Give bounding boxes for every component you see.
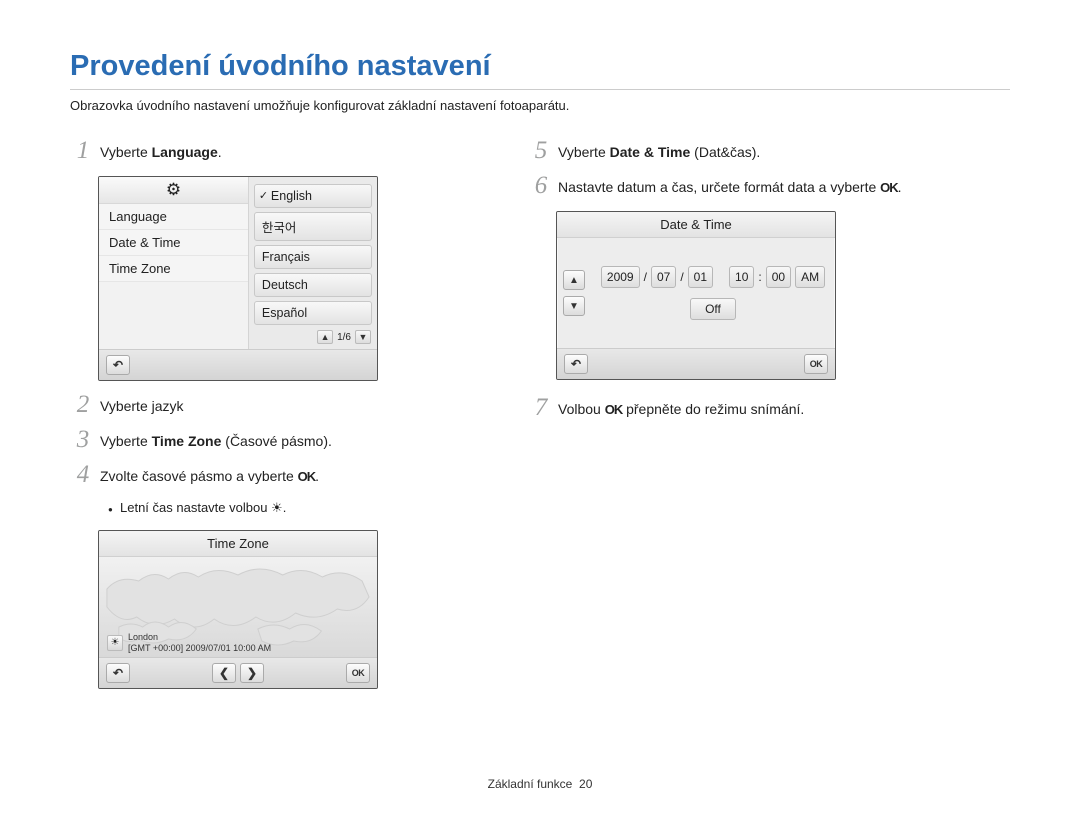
step-number: 1 xyxy=(70,138,96,163)
step-1: 1 Vyberte Language. xyxy=(70,141,500,166)
step-number: 2 xyxy=(70,392,96,417)
ok-button[interactable]: OK xyxy=(346,663,370,683)
tz-right-button[interactable]: ❯ xyxy=(240,663,264,683)
page-title: Provedení úvodního nastavení xyxy=(70,50,1010,90)
menu-language[interactable]: Language xyxy=(99,204,248,230)
step-6: 6 Nastavte datum a čas, určete formát da… xyxy=(528,176,958,201)
month-field[interactable]: 07 xyxy=(651,266,676,288)
year-field[interactable]: 2009 xyxy=(601,266,640,288)
step-5: 5 Vyberte Date & Time (Dat&čas). xyxy=(528,141,958,166)
step-number: 3 xyxy=(70,427,96,452)
language-panel: ⚙ Language Date & Time Time Zone English… xyxy=(98,176,378,381)
step-text: Vyberte Date & Time (Dat&čas). xyxy=(554,141,760,162)
lang-page-up[interactable]: ▲ xyxy=(317,330,333,344)
ampm-field[interactable]: AM xyxy=(795,266,825,288)
step-text: Volbou OK přepněte do režimu snímání. xyxy=(554,398,804,420)
step-number: 6 xyxy=(528,173,554,198)
separator: / xyxy=(680,270,683,284)
separator: / xyxy=(644,270,647,284)
day-field[interactable]: 01 xyxy=(688,266,713,288)
lang-pager-text: 1/6 xyxy=(337,332,351,343)
tz-left-button[interactable]: ❮ xyxy=(212,663,236,683)
step-3: 3 Vyberte Time Zone (Časové pásmo). xyxy=(70,430,500,455)
timezone-header: Time Zone xyxy=(99,531,377,557)
lang-option-english[interactable]: English xyxy=(254,184,372,208)
timezone-panel: Time Zone ☀ London [GMT +00:00] 2009/07/… xyxy=(98,530,378,689)
lang-option-german[interactable]: Deutsch xyxy=(254,273,372,297)
step-text: Vyberte Time Zone (Časové pásmo). xyxy=(96,430,332,451)
lang-option-french[interactable]: Français xyxy=(254,245,372,269)
step-text: Nastavte datum a čas, určete formát data… xyxy=(554,176,902,198)
gear-icon: ⚙ xyxy=(166,180,181,200)
back-button[interactable]: ↶ xyxy=(564,354,588,374)
page-footer: Základní funkce 20 xyxy=(0,777,1080,791)
sun-icon: ☀ xyxy=(271,500,283,515)
step-2: 2 Vyberte jazyk xyxy=(70,395,500,420)
timezone-info: London [GMT +00:00] 2009/07/01 10:00 AM xyxy=(128,632,271,653)
menu-datetime[interactable]: Date & Time xyxy=(99,230,248,256)
value-up-button[interactable]: ▲ xyxy=(563,270,585,290)
step-number: 5 xyxy=(528,138,554,163)
page-subtitle: Obrazovka úvodního nastavení umožňuje ko… xyxy=(70,98,1010,113)
step-text: Vyberte Language. xyxy=(96,141,222,162)
dst-button[interactable]: ☀ xyxy=(107,635,123,651)
step-text: Zvolte časové pásmo a vyberte OK. xyxy=(96,465,319,487)
datetime-panel: Date & Time ▲ ▼ 2009 / 07 / 01 xyxy=(556,211,836,380)
step-4: 4 Zvolte časové pásmo a vyberte OK. xyxy=(70,465,500,490)
value-down-button[interactable]: ▼ xyxy=(563,296,585,316)
menu-timezone[interactable]: Time Zone xyxy=(99,256,248,282)
step-number: 4 xyxy=(70,462,96,487)
hour-field[interactable]: 10 xyxy=(729,266,754,288)
lang-option-korean[interactable]: 한국어 xyxy=(254,212,372,241)
settings-header: ⚙ xyxy=(99,177,248,204)
step-number: 7 xyxy=(528,395,554,420)
ok-button[interactable]: OK xyxy=(804,354,828,374)
step-text: Vyberte jazyk xyxy=(96,395,184,416)
dateformat-field[interactable]: Off xyxy=(690,298,736,320)
step-7: 7 Volbou OK přepněte do režimu snímání. xyxy=(528,398,958,423)
ok-icon: OK xyxy=(605,402,623,417)
step-4-bullet: Letní čas nastavte volbou ☀. xyxy=(108,500,500,516)
world-map[interactable]: ☀ London [GMT +00:00] 2009/07/01 10:00 A… xyxy=(99,557,377,657)
separator: : xyxy=(758,270,761,284)
ok-icon: OK xyxy=(880,180,898,195)
back-button[interactable]: ↶ xyxy=(106,355,130,375)
lang-page-down[interactable]: ▼ xyxy=(355,330,371,344)
ok-icon: OK xyxy=(298,469,316,484)
lang-option-spanish[interactable]: Español xyxy=(254,301,372,325)
minute-field[interactable]: 00 xyxy=(766,266,791,288)
datetime-header: Date & Time xyxy=(557,212,835,238)
back-button[interactable]: ↶ xyxy=(106,663,130,683)
